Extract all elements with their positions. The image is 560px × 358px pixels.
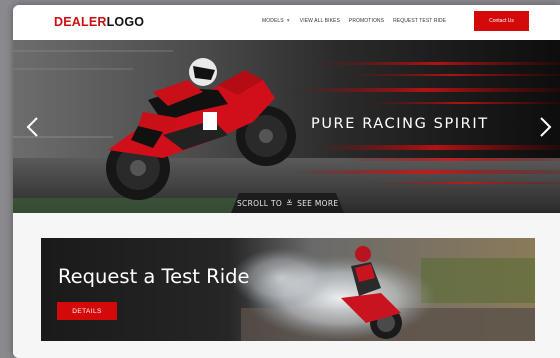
nav-item-view-all-bikes[interactable]: VIEW ALL BIKES [300, 18, 340, 25]
arrow-right-icon[interactable] [535, 115, 555, 139]
arrow-left-icon[interactable] [23, 115, 43, 139]
test-ride-title: Request a Test Ride [58, 265, 250, 288]
nav-item-label: MODELS [262, 18, 284, 24]
contact-us-button[interactable]: Contact Us [474, 11, 529, 31]
chevron-down-icon: ▼ [285, 18, 291, 24]
page-frame: DEALERLOGO MODELS ▼ VIEW ALL BIKES PROMOT… [13, 5, 560, 358]
logo-dealer-text: DEALER [54, 15, 107, 29]
scroll-label-part1: SCROLL TO [237, 199, 283, 208]
scroll-label-part2: SEE MORE [297, 199, 339, 208]
details-button[interactable]: DETAILS [57, 302, 117, 320]
nav-item-models[interactable]: MODELS ▼ [262, 18, 291, 25]
site-header: DEALERLOGO MODELS ▼ VIEW ALL BIKES PROMOT… [13, 5, 560, 40]
nav-item-promotions[interactable]: PROMOTIONS [349, 18, 384, 25]
hero-tagline: PURE RACING SPIRIT [311, 116, 489, 132]
main-nav: MODELS ▼ VIEW ALL BIKES PROMOTIONS REQUES… [262, 18, 455, 25]
logo-logo-text: LOGO [106, 15, 145, 29]
page-bottom [13, 347, 560, 358]
hero-banner: PURE RACING SPIRIT SCROLL TO ≚ SEE MORE [13, 40, 560, 213]
test-ride-image [41, 238, 535, 341]
nav-item-request-test-ride[interactable]: REQUEST TEST RIDE [393, 18, 446, 25]
double-chevron-down-icon: ≚ [286, 199, 294, 208]
test-ride-banner: Request a Test Ride DETAILS [41, 238, 535, 341]
dealer-logo[interactable]: DEALERLOGO [54, 15, 144, 29]
scroll-to-see-more-label[interactable]: SCROLL TO ≚ SEE MORE [237, 199, 338, 208]
